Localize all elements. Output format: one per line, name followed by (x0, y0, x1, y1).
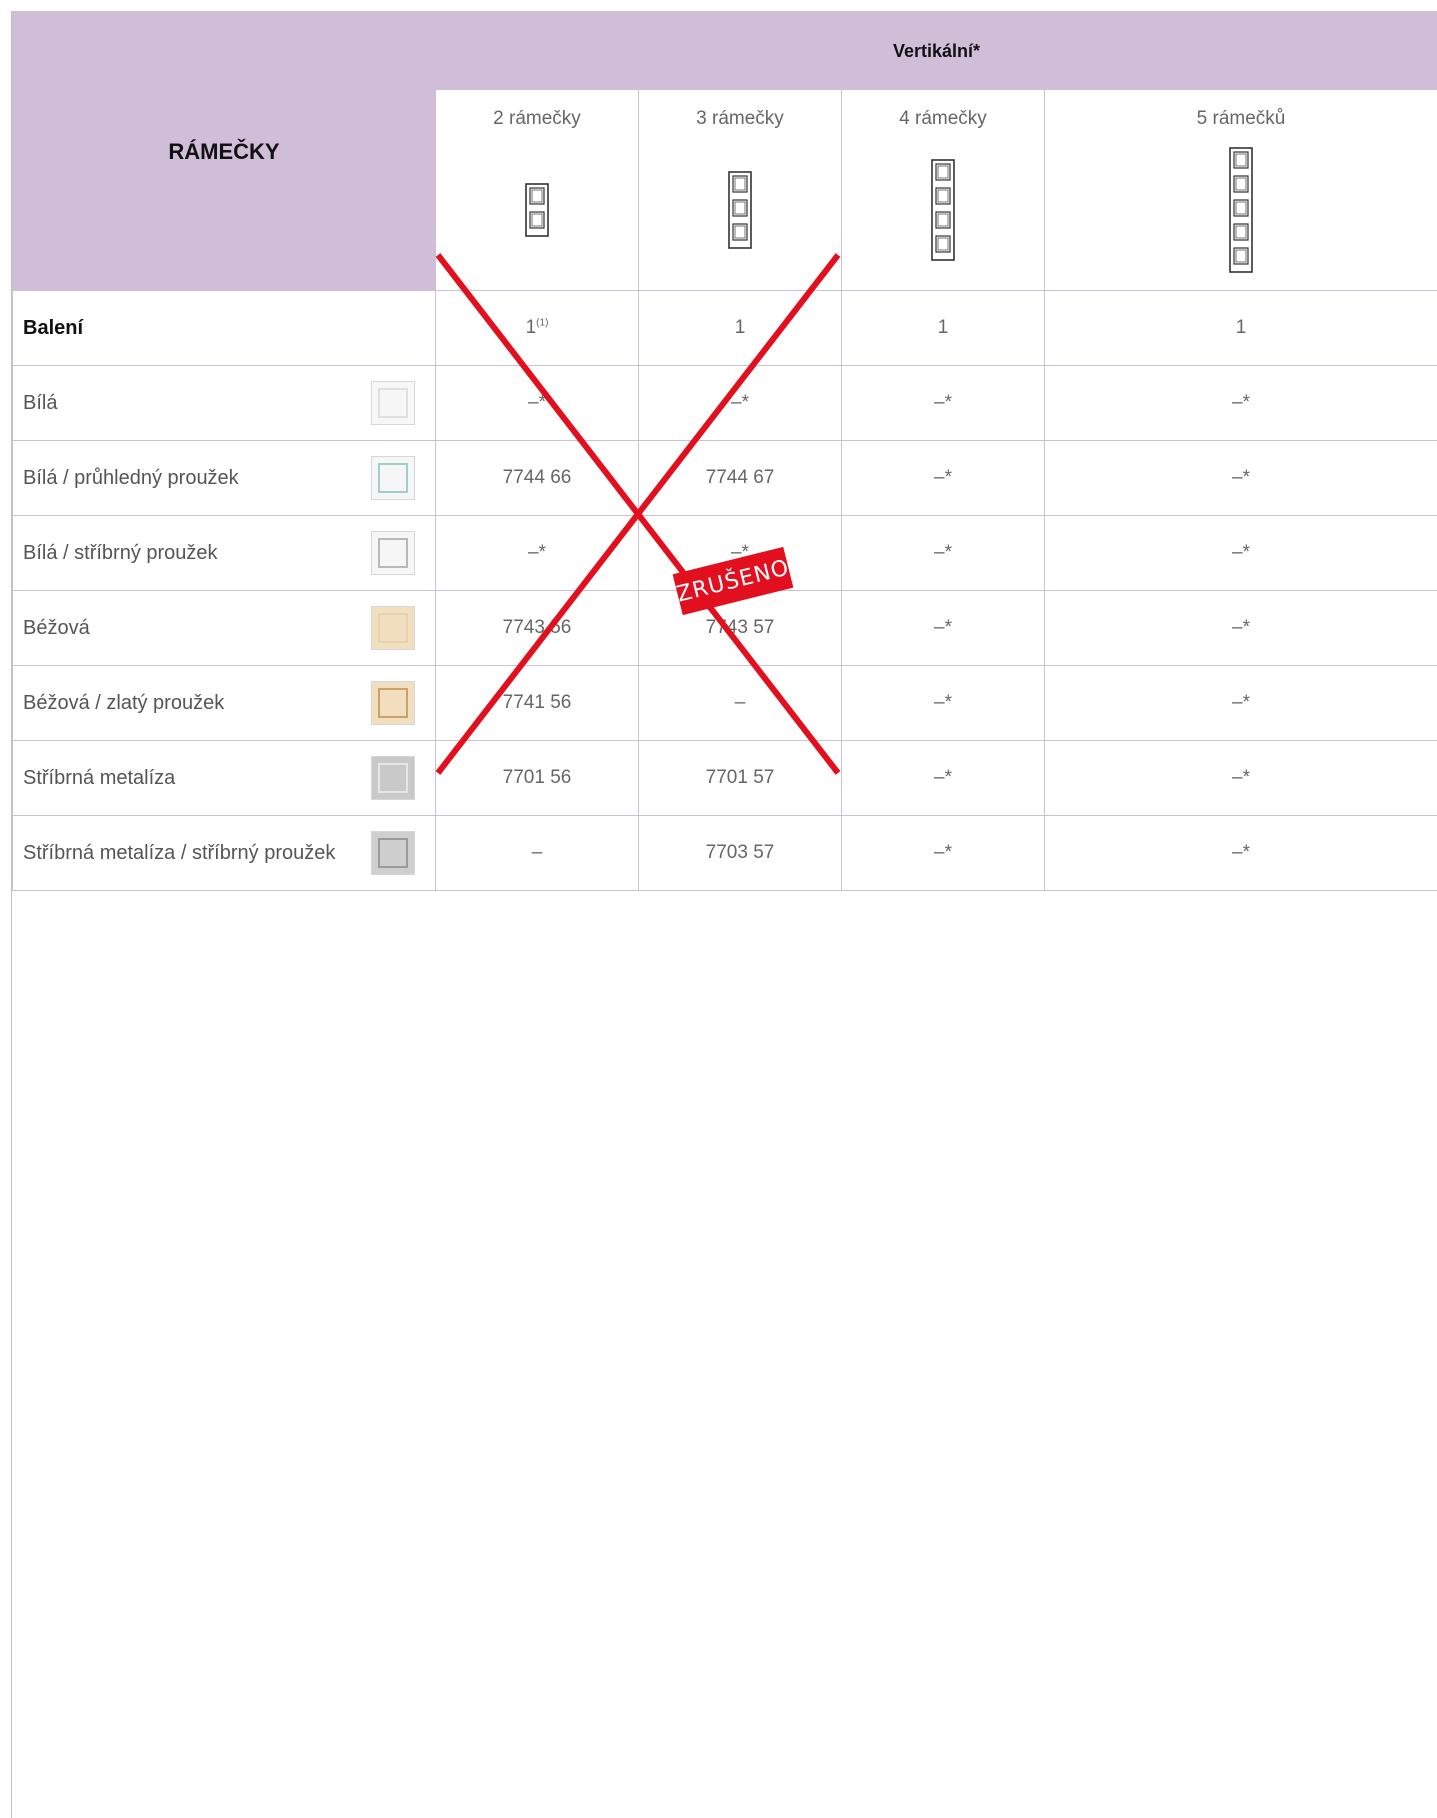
catalog-number: 7743 56 (435, 590, 639, 666)
column-label: 2 rámečky (493, 108, 581, 129)
packaging-value: 1 (1043, 290, 1437, 366)
color-swatch-insert (378, 613, 408, 643)
vertical-frame-5-icon (1045, 130, 1437, 290)
color-swatch-insert (378, 838, 408, 868)
packaging-count: 1 (525, 317, 537, 338)
row-label-cell: Bílá / stříbrný proužek (12, 515, 436, 591)
group-header: Vertikální* (434, 12, 1437, 90)
catalog-number: –* (1043, 815, 1437, 891)
catalog-number: 7741 56 (435, 665, 639, 741)
catalog-number: –* (1043, 365, 1437, 441)
column-header: 4 rámečky (841, 89, 1045, 291)
column-header: 3 rámečky (638, 89, 842, 291)
color-swatch-insert (378, 763, 408, 793)
catalog-number: –* (1043, 515, 1437, 591)
catalog-number: – (435, 815, 639, 891)
catalog-number: –* (638, 365, 842, 441)
catalog-number: 7701 56 (435, 740, 639, 816)
column-label: 5 rámečků (1196, 108, 1286, 129)
catalog-number: 7743 57 (638, 590, 842, 666)
packaging-value: 1(1) (435, 290, 639, 366)
row-label: Béžová / zlatý proužek (23, 691, 225, 714)
table-row: Stříbrná metalíza 7701 56 7701 57 –* –* (12, 740, 1437, 816)
color-swatch (371, 756, 415, 800)
catalog-number: –* (841, 365, 1045, 441)
packaging-count: 1 (937, 317, 949, 338)
catalog-number: –* (841, 740, 1045, 816)
color-swatch-insert (378, 388, 408, 418)
color-swatch-insert (378, 688, 408, 718)
row-label-cell: Bílá (12, 365, 436, 441)
row-label-cell: Bílá / průhledný proužek (12, 440, 436, 516)
catalog-number: –* (435, 365, 639, 441)
catalog-number: –* (841, 815, 1045, 891)
table-row: Stříbrná metalíza / stříbrný proužek –770… (12, 815, 1437, 891)
row-label-cell: Stříbrná metalíza (12, 740, 436, 816)
catalog-number: 7703 57 (638, 815, 842, 891)
row-label-cell: Béžová (12, 590, 436, 666)
color-swatch-insert (378, 538, 408, 568)
table-row: Bílá –* –* –* –* (12, 365, 1437, 441)
packaging-value: 1 (638, 290, 842, 366)
packaging-count: 1 (734, 317, 746, 338)
catalog-number: 7744 66 (435, 440, 639, 516)
color-swatch (371, 381, 415, 425)
color-swatch (371, 606, 415, 650)
row-label: Bílá / stříbrný proužek (23, 541, 218, 564)
catalog-number: 7701 57 (638, 740, 842, 816)
catalog-number: –* (841, 665, 1045, 741)
color-swatch (371, 531, 415, 575)
column-label: 3 rámečky (696, 108, 784, 129)
vertical-frame-4-icon (842, 130, 1044, 290)
color-swatch (371, 831, 415, 875)
catalog-number: –* (841, 440, 1045, 516)
column-label: 4 rámečky (899, 108, 987, 129)
color-swatch (371, 456, 415, 500)
row-label: Béžová (23, 616, 90, 639)
row-label: Stříbrná metalíza (23, 766, 176, 789)
color-swatch-insert (378, 463, 408, 493)
catalog-number: –* (1043, 740, 1437, 816)
row-label: Bílá / průhledný proužek (23, 466, 239, 489)
table-title: RÁMEČKY (12, 12, 436, 291)
table-row: Bílá / průhledný proužek 7744 66 7744 67 –*… (12, 440, 1437, 516)
table-row: Béžová / zlatý proužek 7741 56– –* –* (12, 665, 1437, 741)
catalog-number: – (638, 665, 842, 741)
row-label-cell: Béžová / zlatý proužek (12, 665, 436, 741)
vertical-frame-3-icon (639, 130, 841, 290)
catalog-number: –* (841, 515, 1045, 591)
catalog-number: –* (841, 590, 1045, 666)
packaging-count: 1 (1235, 317, 1247, 338)
color-swatch (371, 681, 415, 725)
packaging-value: 1 (841, 290, 1045, 366)
catalog-number: –* (1043, 440, 1437, 516)
column-header: 2 rámečky (435, 89, 639, 291)
vertical-frame-2-icon (436, 130, 638, 290)
catalog-number: –* (435, 515, 639, 591)
row-label: Stříbrná metalíza / stříbrný proužek (23, 841, 336, 864)
packaging-footnote: (1) (536, 317, 549, 329)
row-label-cell: Stříbrná metalíza / stříbrný proužek (12, 815, 436, 891)
row-label: Bílá (23, 391, 58, 414)
catalog-number: 7744 67 (638, 440, 842, 516)
catalog-number: –* (1043, 665, 1437, 741)
column-header: 5 rámečků (1043, 89, 1437, 291)
catalog-number: –* (1043, 590, 1437, 666)
frames-table: RÁMEČKY Vertikální* 2 rámečky 3 rámečky 4 … (12, 12, 1437, 891)
packaging-label: Balení (12, 290, 436, 366)
